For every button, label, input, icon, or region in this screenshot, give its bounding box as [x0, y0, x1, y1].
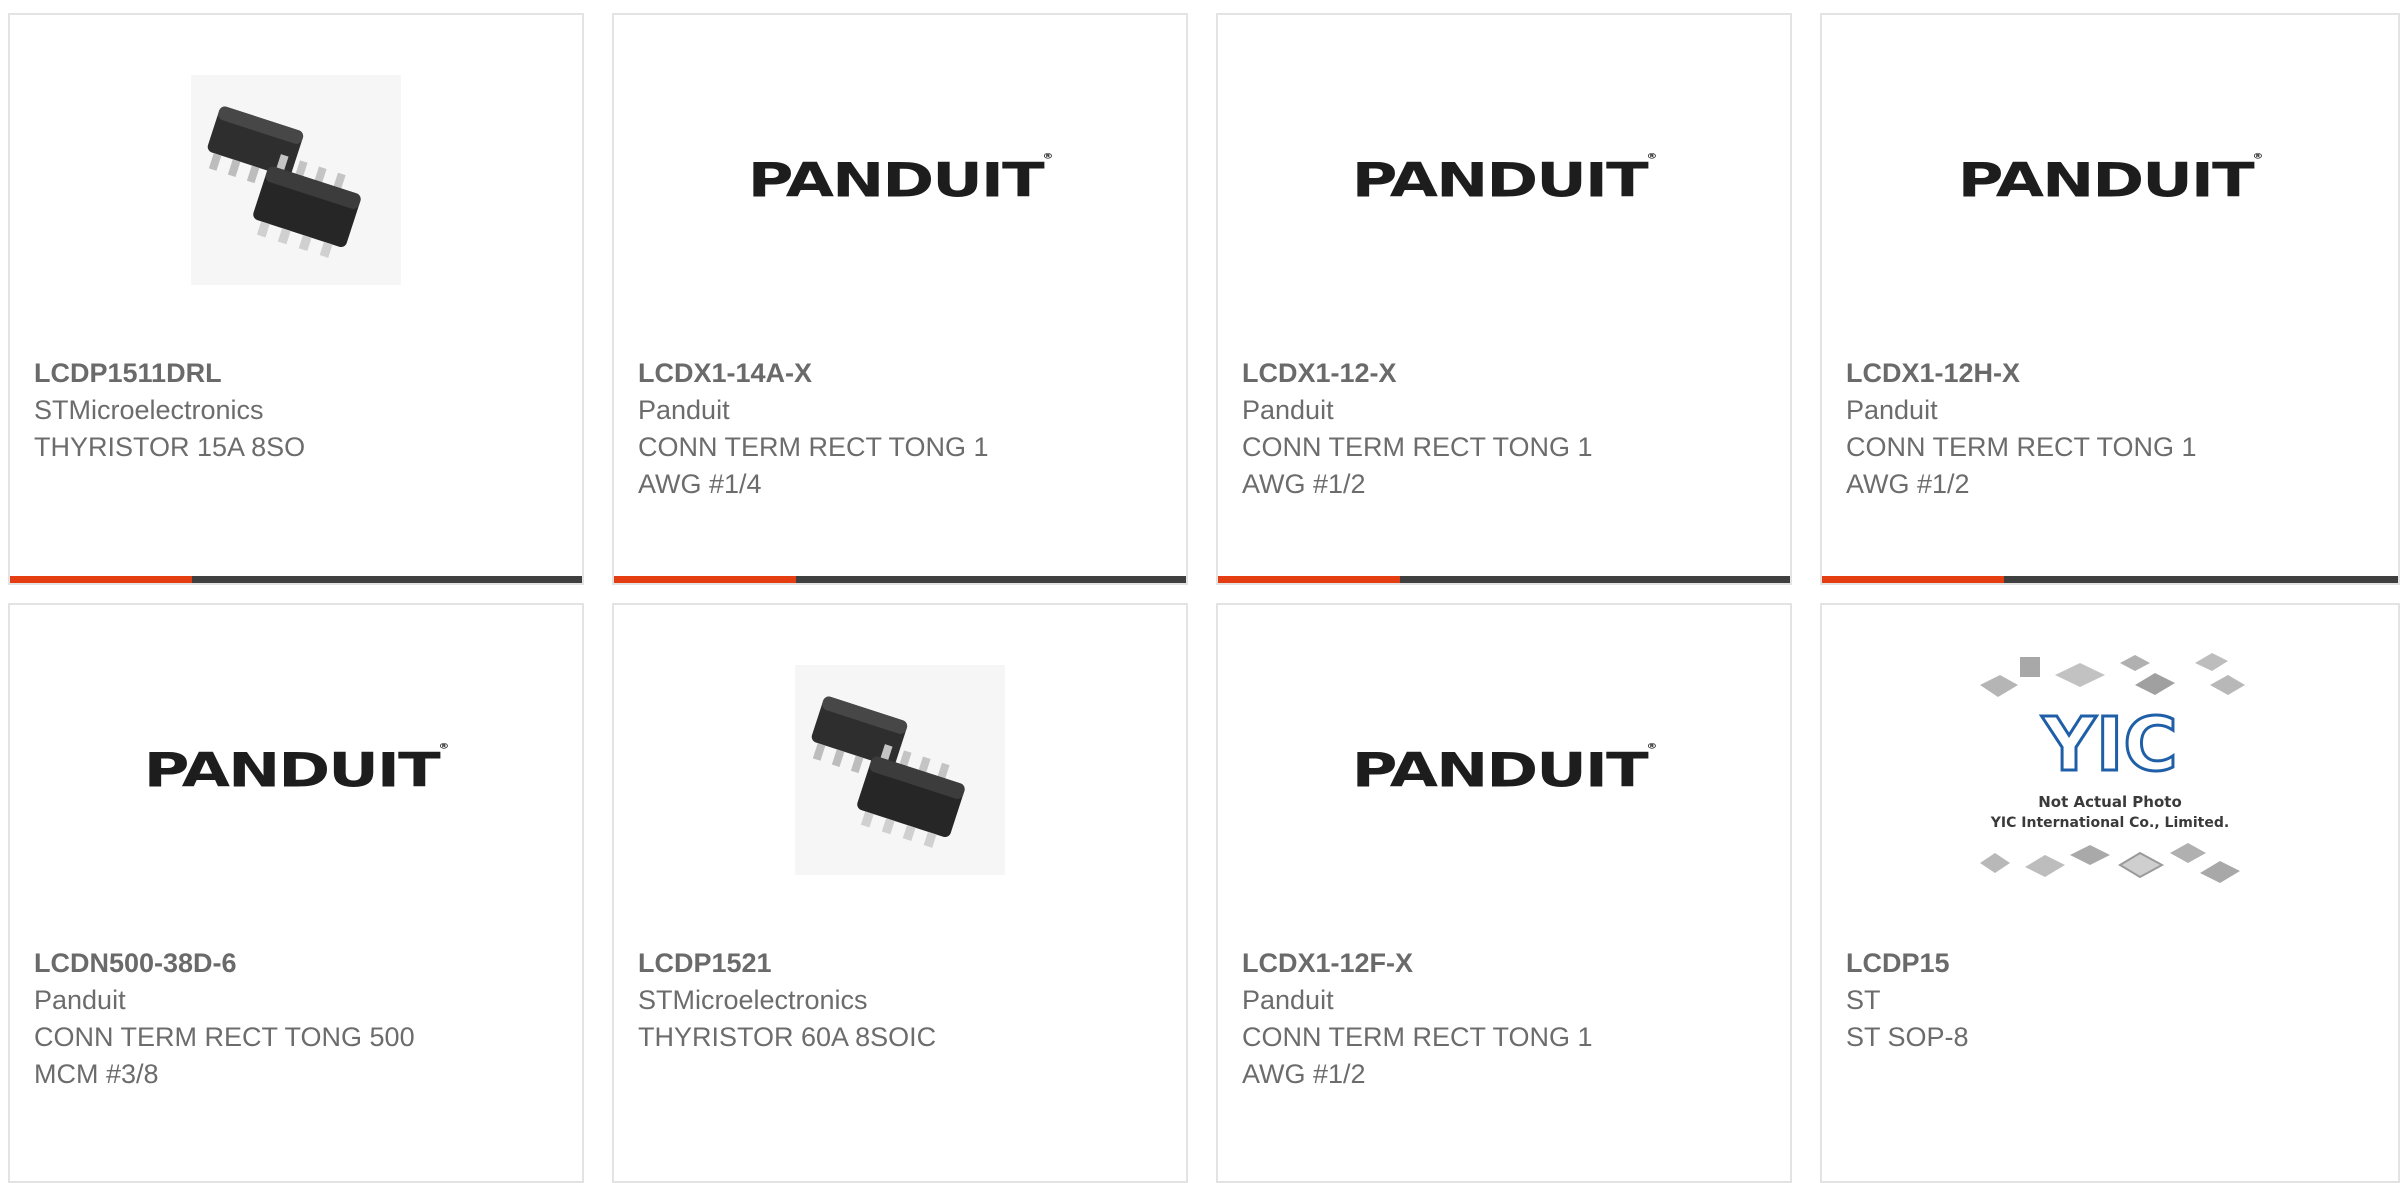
description: CONN TERM RECT TONG 1 [1242, 1022, 1593, 1052]
description-line2: MCM #3/8 [34, 1059, 159, 1089]
ic-chip-icon [795, 665, 1005, 875]
panduit-logo-text: PANDUIT [1351, 152, 1648, 208]
panduit-logo: PANDUIT® [1351, 742, 1657, 798]
product-image: PANDUIT® [1822, 65, 2398, 295]
product-card[interactable]: LCDP1511DRL STMicroelectronics THYRISTOR… [8, 13, 584, 585]
product-image: PANDUIT® [1218, 65, 1790, 295]
manufacturer: STMicroelectronics [34, 395, 264, 425]
registered-mark: ® [2252, 152, 2263, 162]
description: CONN TERM RECT TONG 1 [638, 432, 989, 462]
manufacturer: Panduit [1846, 395, 1938, 425]
part-number[interactable]: LCDX1-14A-X [638, 355, 1162, 392]
description: CONN TERM RECT TONG 1 [1242, 432, 1593, 462]
product-grid: LCDP1511DRL STMicroelectronics THYRISTOR… [0, 0, 2400, 1183]
card-accent-bar [1218, 576, 1400, 583]
product-card[interactable]: LCDP1521 STMicroelectronics THYRISTOR 60… [612, 603, 1188, 1183]
card-accent-bar [614, 576, 796, 583]
panduit-logo: PANDUIT® [747, 152, 1053, 208]
panduit-logo-text: PANDUIT [1351, 742, 1648, 798]
card-accent-bar [10, 576, 192, 583]
yic-company: YIC International Co., Limited. [1990, 815, 2229, 831]
product-image: YIC Not Actual Photo YIC International C… [1822, 653, 2398, 885]
product-card[interactable]: PANDUIT® LCDX1-12H-X Panduit CONN TERM R… [1820, 13, 2400, 585]
description-line2: AWG #1/4 [638, 469, 762, 499]
manufacturer: STMicroelectronics [638, 985, 868, 1015]
registered-mark: ® [1646, 152, 1657, 162]
registered-mark: ® [1646, 742, 1657, 752]
registered-mark: ® [438, 742, 449, 752]
part-number[interactable]: LCDX1-12F-X [1242, 945, 1766, 982]
yic-placeholder-icon: YIC Not Actual Photo YIC International C… [1980, 653, 2245, 883]
product-card[interactable]: PANDUIT® LCDX1-12-X Panduit CONN TERM RE… [1216, 13, 1792, 585]
panduit-logo-text: PANDUIT [143, 742, 440, 798]
card-bottom-bar [1218, 576, 1790, 583]
description: CONN TERM RECT TONG 500 [34, 1022, 415, 1052]
description-line2: AWG #1/2 [1846, 469, 1970, 499]
product-image: PANDUIT® [614, 65, 1186, 295]
description: THYRISTOR 15A 8SO [34, 432, 306, 462]
card-bottom-bar [614, 576, 1186, 583]
panduit-logo: PANDUIT® [1957, 152, 2263, 208]
part-number[interactable]: LCDX1-12H-X [1846, 355, 2374, 392]
manufacturer: ST [1846, 985, 1881, 1015]
card-accent-bar [1822, 576, 2004, 583]
panduit-logo: PANDUIT® [143, 742, 449, 798]
panduit-logo-text: PANDUIT [1957, 152, 2254, 208]
product-card[interactable]: YIC Not Actual Photo YIC International C… [1820, 603, 2400, 1183]
manufacturer: Panduit [638, 395, 730, 425]
yic-note: Not Actual Photo [2038, 793, 2182, 811]
product-card[interactable]: PANDUIT® LCDX1-12F-X Panduit CONN TERM R… [1216, 603, 1792, 1183]
part-number[interactable]: LCDP1521 [638, 945, 1162, 982]
description-line2: AWG #1/2 [1242, 1059, 1366, 1089]
product-image: PANDUIT® [10, 655, 582, 885]
description: ST SOP-8 [1846, 1022, 1969, 1052]
card-bottom-bar [10, 576, 582, 583]
part-number[interactable]: LCDP15 [1846, 945, 2374, 982]
description: CONN TERM RECT TONG 1 [1846, 432, 2197, 462]
description: THYRISTOR 60A 8SOIC [638, 1022, 937, 1052]
part-number[interactable]: LCDN500-38D-6 [34, 945, 558, 982]
description-line2: AWG #1/2 [1242, 469, 1366, 499]
part-number[interactable]: LCDX1-12-X [1242, 355, 1766, 392]
manufacturer: Panduit [1242, 395, 1334, 425]
manufacturer: Panduit [1242, 985, 1334, 1015]
ic-chip-icon [191, 75, 401, 285]
product-image [614, 655, 1186, 885]
manufacturer: Panduit [34, 985, 126, 1015]
card-bottom-bar [1822, 576, 2398, 583]
product-card[interactable]: PANDUIT® LCDX1-14A-X Panduit CONN TERM R… [612, 13, 1188, 585]
panduit-logo: PANDUIT® [1351, 152, 1657, 208]
product-image: PANDUIT® [1218, 655, 1790, 885]
yic-mark: YIC [2041, 702, 2177, 788]
part-number[interactable]: LCDP1511DRL [34, 355, 558, 392]
panduit-logo-text: PANDUIT [747, 152, 1044, 208]
product-card[interactable]: PANDUIT® LCDN500-38D-6 Panduit CONN TERM… [8, 603, 584, 1183]
product-image [10, 65, 582, 295]
registered-mark: ® [1042, 152, 1053, 162]
